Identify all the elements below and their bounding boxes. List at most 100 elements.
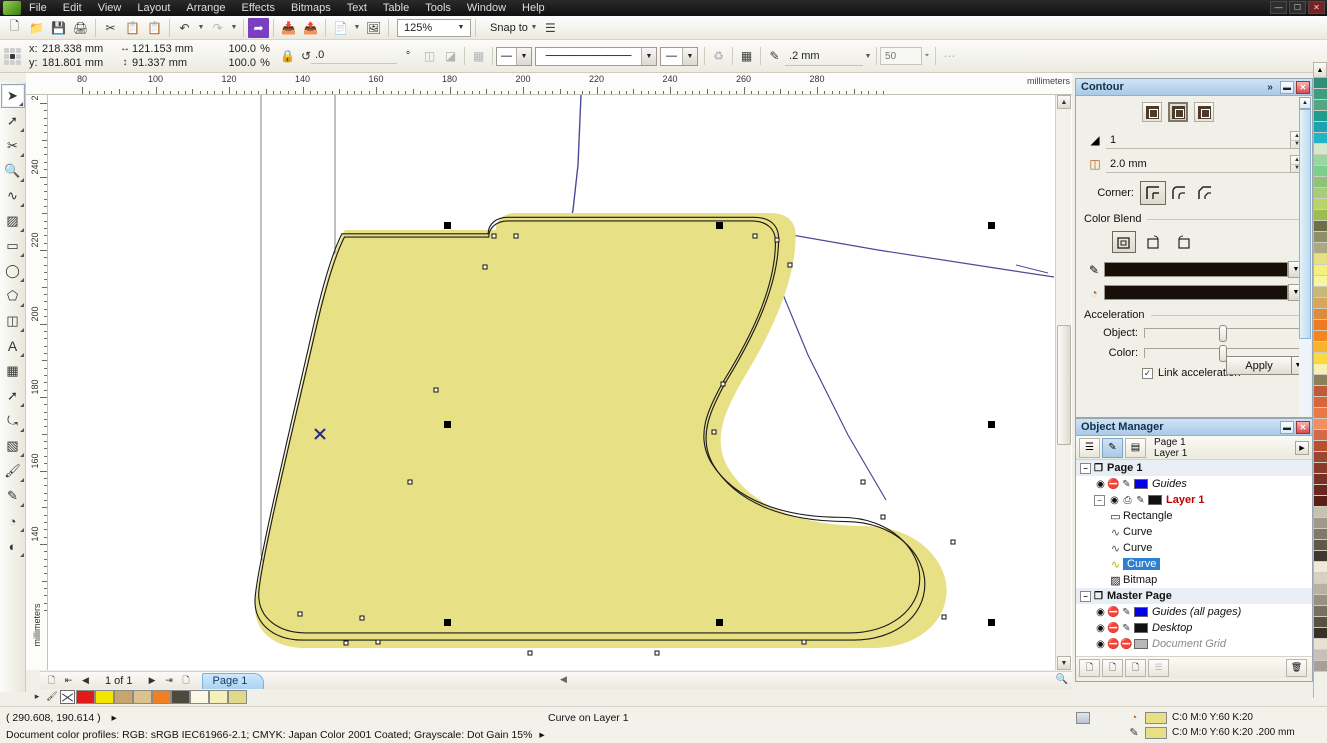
line-style-combo[interactable]: ─────────── ▼ — [535, 46, 658, 66]
vertical-ruler[interactable]: 260 240 220 200 180 160 140 millimeters — [26, 95, 48, 670]
fill-color-swatch[interactable] — [1145, 711, 1167, 724]
hscroll-left-arrow-icon[interactable]: ◀ — [560, 674, 567, 685]
anchor-cell[interactable] — [4, 53, 9, 59]
palette-color[interactable] — [1314, 364, 1327, 375]
layer-print-icon[interactable]: ⛔ — [1107, 639, 1120, 650]
layer-properties-button[interactable]: ☰ — [1148, 658, 1169, 677]
palette-color[interactable] — [1314, 320, 1327, 331]
object-manager-page-row[interactable]: − ❐ Page 1 — [1076, 460, 1312, 476]
contour-outside-button[interactable] — [1194, 102, 1214, 122]
flyout-arrow-icon[interactable] — [18, 102, 23, 106]
palette-color[interactable] — [1314, 573, 1327, 584]
mirror-vertical-icon[interactable]: ◪ — [440, 46, 461, 66]
tool-connector[interactable]: ⤿ — [1, 409, 25, 433]
y-position-input[interactable]: 181.801 mm — [42, 56, 118, 70]
wireframe-stepper-icon[interactable]: ⌖ — [922, 52, 932, 60]
end-arrow-combo[interactable]: — ▼ — [660, 46, 699, 66]
rotation-input[interactable]: .0 — [311, 49, 398, 64]
palette-swatch[interactable] — [209, 689, 228, 704]
menu-item-layout[interactable]: Layout — [129, 0, 178, 16]
palette-color[interactable] — [1314, 650, 1327, 661]
publish-dropdown-icon[interactable]: ▼ — [352, 24, 362, 31]
new-document-icon[interactable]: 🗋 — [4, 18, 25, 38]
zoom-level-combo[interactable]: 125% ▼ — [397, 18, 471, 37]
options-icon[interactable]: ☰ — [540, 18, 561, 38]
redo-dropdown-icon[interactable]: ▼ — [229, 24, 239, 31]
layer-visibility-icon[interactable]: ◉ — [1094, 479, 1107, 490]
palette-color[interactable] — [1314, 606, 1327, 617]
anchor-cell[interactable] — [16, 47, 21, 53]
close-icon[interactable]: ✕ — [1308, 1, 1325, 14]
object-manager-tree[interactable]: − ❐ Page 1 ◉ ⛔ ✎ Guides − ◉ ⎙ ✎ Layer 1 ▭ Rectangle ∿ C… — [1076, 460, 1312, 656]
anchor-cell[interactable] — [4, 47, 9, 53]
layer-edit-icon[interactable]: ⛔ — [1120, 639, 1133, 650]
flyout-arrow-icon[interactable] — [19, 528, 24, 532]
wrap-text-icon[interactable]: ♻ — [708, 46, 729, 66]
palette-color[interactable] — [1314, 529, 1327, 540]
palette-swatch[interactable] — [95, 689, 114, 704]
dotted-grid-icon[interactable]: ⋯ — [939, 46, 960, 66]
object-manager-layer-row[interactable]: ◉ ⛔ ⛔ Document Grid — [1076, 636, 1312, 652]
flyout-arrow-icon[interactable] — [19, 553, 24, 557]
object-manager-object-row[interactable]: ▨ Bitmap — [1076, 572, 1312, 588]
previous-page-button[interactable]: ◀ — [78, 673, 93, 688]
object-manager-titlebar[interactable]: Object Manager ▬ ✕ — [1076, 419, 1312, 436]
outline-style-combo[interactable]: — ▼ — [496, 46, 533, 66]
snap-to-label[interactable]: Snap to — [490, 22, 528, 34]
palette-swatch[interactable] — [171, 689, 190, 704]
palette-color[interactable] — [1314, 199, 1327, 210]
tool-dimension[interactable]: ➚ — [1, 384, 25, 408]
chevron-down-icon[interactable]: ▼ — [682, 47, 698, 65]
tool-table[interactable]: ▦ — [1, 359, 25, 383]
tree-expander-icon[interactable]: − — [1094, 494, 1105, 506]
coordinates-expand-icon[interactable]: ▸ — [112, 712, 117, 724]
palette-color[interactable] — [1314, 386, 1327, 397]
layer-color-chip[interactable] — [1134, 607, 1148, 617]
menu-item-file[interactable]: File — [21, 0, 55, 16]
flyout-arrow-icon[interactable] — [19, 478, 24, 482]
menu-item-tools[interactable]: Tools — [417, 0, 459, 16]
layer-print-icon[interactable]: ⎙ — [1121, 495, 1134, 506]
palette-color[interactable] — [1314, 408, 1327, 419]
bevel-corner-button[interactable] — [1192, 181, 1218, 205]
menu-item-view[interactable]: View — [90, 0, 130, 16]
vertical-scroll-thumb[interactable] — [1057, 325, 1071, 445]
docker-minimize-icon[interactable]: ▬ — [1280, 80, 1294, 94]
apply-button[interactable]: Apply — [1226, 356, 1292, 375]
add-page-before-button[interactable]: 🗋 — [44, 673, 59, 688]
redo-icon[interactable]: ↷ — [207, 18, 228, 38]
object-manager-object-row[interactable]: ∿ Curve — [1076, 540, 1312, 556]
tree-expander-icon[interactable]: − — [1080, 462, 1091, 474]
tool-shape[interactable]: ➚ — [1, 109, 25, 133]
tool-fill[interactable]: ◔ — [1, 509, 25, 533]
layer-edit-icon[interactable]: ✎ — [1134, 495, 1147, 506]
palette-swatch[interactable] — [228, 689, 247, 704]
object-manager-object-row[interactable]: ▭ Rectangle — [1076, 508, 1312, 524]
color-profiles-expand-icon[interactable]: ▸ — [539, 729, 544, 741]
publish-pdf-icon[interactable]: 📄 — [330, 18, 351, 38]
lock-ratio-icon[interactable]: 🔒 — [280, 49, 295, 63]
contour-docker-scrollbar[interactable]: ▲ — [1299, 97, 1311, 416]
last-page-button[interactable]: ⇥ — [162, 673, 177, 688]
menu-item-effects[interactable]: Effects — [234, 0, 283, 16]
palette-color[interactable] — [1314, 89, 1327, 100]
palette-color[interactable] — [1314, 254, 1327, 265]
layer-print-icon[interactable]: ⛔ — [1107, 623, 1120, 634]
new-master-layer-all-button[interactable]: 🗋 — [1102, 658, 1123, 677]
layer-print-icon[interactable]: ⛔ — [1107, 607, 1120, 618]
drawing-canvas[interactable] — [48, 95, 1072, 670]
palette-color[interactable] — [1314, 155, 1327, 166]
miter-corner-button[interactable] — [1140, 181, 1166, 205]
chevron-down-icon[interactable]: ▼ — [454, 21, 468, 35]
snap-to-dropdown-icon[interactable]: ▼ — [529, 24, 539, 31]
outline-color-swatch[interactable] — [1145, 726, 1167, 739]
contour-outline-color-well[interactable] — [1104, 262, 1288, 277]
slider-thumb[interactable] — [1219, 325, 1228, 342]
palette-color[interactable] — [1314, 100, 1327, 111]
palette-color[interactable] — [1314, 243, 1327, 254]
palette-swatch[interactable] — [114, 689, 133, 704]
tool-text[interactable]: A — [1, 334, 25, 358]
x-position-input[interactable]: 218.338 mm — [42, 42, 118, 56]
flyout-arrow-icon[interactable] — [19, 153, 24, 157]
object-manager-object-row[interactable]: ∿ Curve — [1076, 556, 1312, 572]
